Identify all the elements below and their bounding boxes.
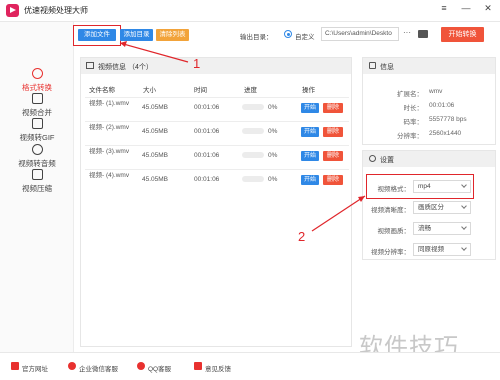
wechat-icon: [68, 362, 76, 370]
feedback-icon: [194, 362, 202, 370]
footer-link-website[interactable]: 官方网址: [11, 362, 48, 373]
annotation-arrowhead-2: [358, 196, 365, 202]
footer-link-label: 官方网址: [22, 366, 48, 373]
qq-icon: [137, 362, 145, 370]
annotation-arrowhead-1: [120, 41, 127, 47]
footer-link-label: 企业微信客服: [79, 366, 118, 373]
footer-link-label: QQ客服: [148, 366, 172, 373]
footer: 官方网址 企业微信客服 QQ客服 意见反馈: [0, 352, 500, 380]
home-icon: [11, 362, 19, 370]
annotation-arrows: [119, 41, 366, 232]
footer-link-feedback[interactable]: 意见反馈: [194, 362, 231, 373]
footer-link-qq[interactable]: QQ客服: [137, 362, 172, 373]
annotation-arrow-1: [119, 42, 189, 63]
annotation-marker-2: 2: [298, 229, 306, 244]
footer-link-wechat[interactable]: 企业微信客服: [68, 362, 118, 373]
annotation-marker-1: 1: [193, 56, 201, 71]
annotation-arrow-2: [311, 195, 366, 232]
footer-link-label: 意见反馈: [205, 366, 231, 373]
